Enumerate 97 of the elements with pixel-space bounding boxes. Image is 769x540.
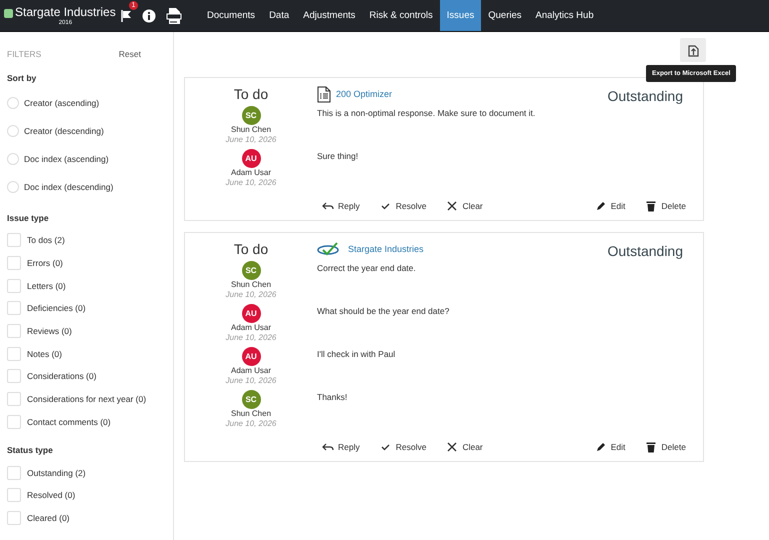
checkbox[interactable]: [7, 278, 21, 293]
section-heading: Status type: [7, 445, 54, 456]
avatar: SC: [242, 390, 260, 409]
comment-text: I'll check in with Paul: [317, 349, 396, 359]
trash-icon: [645, 200, 658, 212]
resolve-button[interactable]: Resolve: [374, 198, 432, 214]
option-label: Reviews (0): [27, 326, 72, 336]
reset-link[interactable]: Reset: [118, 49, 141, 61]
comment-text: Correct the year end date.: [317, 263, 416, 273]
nav-tab[interactable]: Queries: [481, 0, 529, 31]
author-name: Shun Chen: [230, 125, 272, 135]
avatar: SC: [242, 106, 260, 125]
checkbox[interactable]: [7, 346, 21, 361]
resolve-button[interactable]: Resolve: [374, 439, 432, 455]
pencil-icon: [594, 200, 607, 212]
comment-text: This is a non-optimal response. Make sure to document it.: [317, 108, 536, 118]
comment-date: June 10, 2026: [226, 290, 276, 300]
option-label: Doc index (ascending): [24, 154, 109, 164]
checkbox[interactable]: [7, 392, 21, 406]
reply-button[interactable]: Reply: [317, 439, 365, 455]
radio-button[interactable]: [7, 181, 19, 193]
reply-arrow-icon: [322, 441, 334, 453]
export-icon[interactable]: [680, 38, 706, 62]
avatar: AU: [242, 304, 260, 323]
checkbox[interactable]: [7, 301, 21, 316]
author-name: Shun Chen: [230, 409, 272, 419]
comment-date: June 10, 2026: [226, 376, 276, 386]
option-label: Notes (0): [27, 348, 62, 359]
logo-icon: [4, 9, 13, 18]
comment-date: June 10, 2026: [226, 178, 276, 188]
clear-button[interactable]: Clear: [441, 198, 488, 214]
info-icon[interactable]: [142, 8, 156, 22]
checkbox[interactable]: [7, 510, 21, 525]
comment-date: June 10, 2026: [226, 333, 276, 343]
close-icon: [446, 200, 458, 212]
company-name[interactable]: Stargate Industries: [15, 6, 116, 19]
nav-tab[interactable]: Documents: [200, 0, 262, 31]
option-label: Considerations (0): [27, 371, 96, 382]
pencil-icon: [594, 441, 607, 453]
option-label: Letters (0): [27, 280, 66, 291]
checkbox[interactable]: [7, 369, 21, 384]
checkbox[interactable]: [7, 466, 21, 480]
edit-button[interactable]: Edit: [590, 198, 630, 214]
option-label: Considerations for next year (0): [27, 394, 146, 404]
option-label: Errors (0): [27, 258, 63, 268]
author-name: Adam Usar: [230, 168, 271, 178]
option-label: Contact comments (0): [27, 416, 111, 427]
radio-button[interactable]: [7, 97, 19, 109]
close-icon: [446, 441, 458, 453]
avatar: AU: [242, 347, 260, 366]
nav-tab[interactable]: Issues: [440, 0, 482, 31]
author-name: Shun Chen: [230, 280, 272, 290]
option-label: Creator (descending): [24, 126, 104, 136]
option-label: Resolved (0): [27, 490, 76, 500]
issue-status: Outstanding: [608, 243, 683, 259]
comment-text: Sure thing!: [317, 151, 358, 161]
comment-date: June 10, 2026: [226, 419, 276, 429]
issue-status: Outstanding: [608, 88, 683, 104]
issue-type: To do: [234, 241, 268, 257]
radio-button[interactable]: [7, 153, 19, 165]
nav-tab[interactable]: Analytics Hub: [528, 0, 601, 31]
author-name: Adam Usar: [230, 366, 271, 376]
filters-title: FILTERS: [7, 49, 42, 61]
reply-button[interactable]: Reply: [317, 198, 365, 214]
option-label: To dos (2): [27, 235, 65, 246]
delete-button[interactable]: Delete: [640, 198, 691, 214]
checkbox[interactable]: [7, 233, 21, 248]
comment-text: What should be the year end date?: [317, 306, 450, 316]
radio-button[interactable]: [7, 125, 19, 137]
option-label: Creator (ascending): [24, 98, 100, 108]
option-label: Outstanding (2): [27, 468, 86, 478]
nav-tab[interactable]: Adjustments: [296, 0, 362, 31]
source-link[interactable]: 200 Optimizer: [336, 89, 392, 99]
avatar: AU: [242, 149, 260, 168]
section-heading: Issue type: [7, 213, 50, 223]
flag-icon[interactable]: [120, 8, 132, 22]
reply-arrow-icon: [322, 200, 334, 212]
comment-text: Thanks!: [317, 392, 348, 402]
delete-button[interactable]: Delete: [640, 439, 691, 455]
option-label: Deficiencies (0): [27, 303, 86, 314]
checkbox[interactable]: [7, 488, 21, 502]
checkbox[interactable]: [7, 256, 21, 270]
avatar: SC: [242, 261, 260, 280]
edit-button[interactable]: Edit: [590, 439, 630, 455]
section-heading: Sort by: [7, 73, 38, 83]
option-label: Cleared (0): [27, 512, 70, 523]
option-label: Doc index (descending): [24, 182, 114, 192]
clear-button[interactable]: Clear: [441, 439, 488, 455]
author-name: Adam Usar: [230, 323, 271, 333]
issue-type: To do: [234, 86, 268, 102]
checkbox[interactable]: [7, 414, 21, 429]
source-link[interactable]: Stargate Industries: [348, 244, 424, 254]
checkbox[interactable]: [7, 324, 21, 338]
comment-date: June 10, 2026: [226, 135, 276, 145]
nav-tab[interactable]: Data: [262, 0, 296, 31]
trash-icon: [645, 441, 658, 453]
nav-tab[interactable]: Risk & controls: [362, 0, 440, 31]
